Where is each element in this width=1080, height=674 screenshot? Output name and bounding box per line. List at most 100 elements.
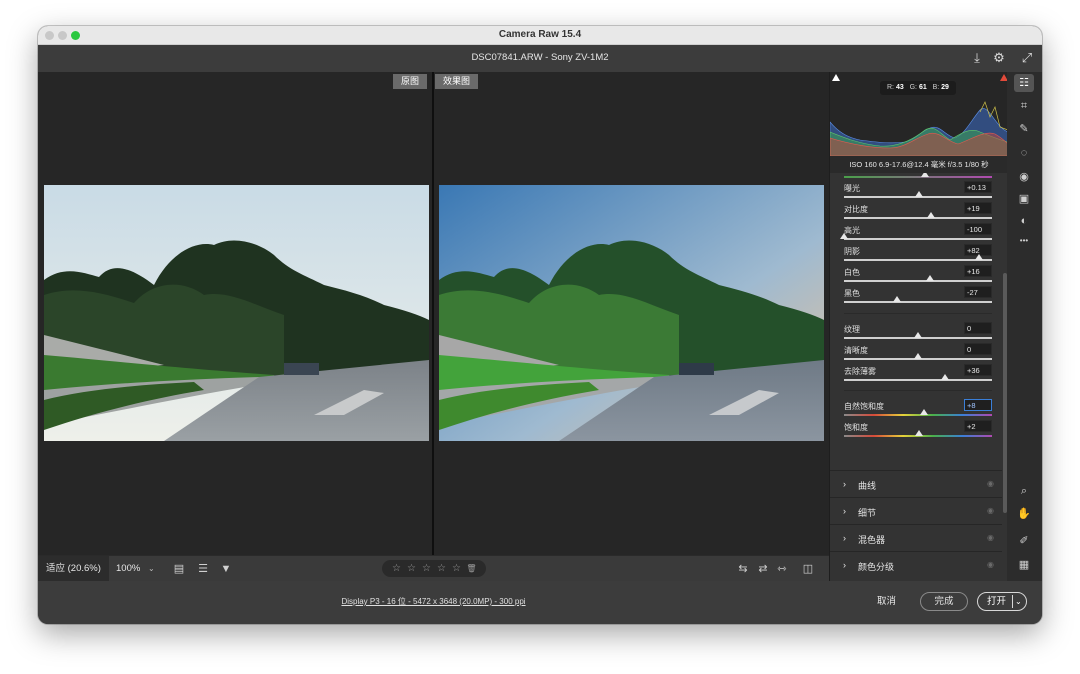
section-detail[interactable]: › 细节 ◉ — [830, 497, 1002, 524]
open-button[interactable]: 打开 ⌄ — [977, 592, 1027, 611]
snapshots-icon[interactable]: ◐ — [1014, 212, 1034, 230]
slider-thumb[interactable] — [940, 374, 949, 380]
more-icon[interactable]: ••• — [1014, 232, 1034, 250]
file-name: DSC07841.ARW - Sony ZV-1M2 — [471, 52, 609, 63]
star-icon[interactable]: ☆ — [421, 563, 433, 574]
section-title: 细节 — [858, 508, 877, 518]
mask-icon[interactable]: ◌ — [1014, 144, 1034, 162]
save-icon[interactable]: ⤓ — [968, 49, 986, 67]
slider-value-input[interactable]: +2 — [964, 420, 992, 432]
star-icon[interactable]: ☆ — [436, 563, 448, 574]
compare-right-icon[interactable]: ⇿ — [774, 561, 790, 577]
swap-icon[interactable]: ⇄ — [755, 561, 771, 577]
slider-label: 曝光 — [844, 184, 860, 193]
slider-value-input[interactable]: -100 — [964, 223, 992, 235]
view-mode-icon[interactable]: ◫ — [800, 561, 816, 577]
zoom-icon[interactable]: ⌕ — [1014, 482, 1034, 500]
slider-track[interactable] — [844, 176, 992, 178]
slider-value-input[interactable]: +8 — [964, 399, 992, 411]
slider-value-input[interactable]: +19 — [964, 202, 992, 214]
slider-value-input[interactable]: -27 — [964, 286, 992, 298]
slider-row[interactable]: 白色 +16 — [844, 265, 992, 286]
slider-value-input[interactable]: 0 — [964, 322, 992, 334]
slider-row[interactable]: 清晰度 0 — [844, 343, 992, 364]
slider-label: 纹理 — [844, 325, 860, 334]
slider-thumb[interactable] — [914, 353, 922, 359]
slider-row[interactable]: 阴影 +82 — [844, 244, 992, 265]
section-title: 混色器 — [858, 535, 886, 545]
slider-row[interactable]: 去除薄雾 +36 — [844, 364, 992, 385]
edit-icon[interactable]: ☷ — [1014, 74, 1034, 92]
presets-icon[interactable]: ▣ — [1014, 190, 1034, 208]
viewer-bottom-bar: 适应 (20.6%) 100% ⌄ ▤ ☰ ▼ ☆ ☆ ☆ ☆ ☆ 🗑 ⇆ ⇄ … — [38, 555, 829, 581]
slider-row[interactable]: 对比度 +19 — [844, 202, 992, 223]
slider-track[interactable] — [844, 217, 992, 219]
slider-thumb[interactable] — [925, 275, 934, 281]
chevron-right-icon: › — [843, 479, 846, 489]
cancel-button[interactable]: 取消 — [868, 593, 905, 611]
slider-track[interactable] — [844, 379, 992, 381]
eye-icon[interactable]: ◉ — [987, 533, 994, 542]
slider-label: 对比度 — [844, 205, 868, 214]
section-color-grading[interactable]: › 颜色分级 ◉ — [830, 551, 1002, 578]
slider-row[interactable]: 纹理 0 — [844, 322, 992, 343]
slider-track[interactable] — [844, 414, 992, 416]
slider-thumb[interactable] — [974, 254, 983, 260]
slider-track[interactable] — [844, 280, 992, 282]
eye-icon[interactable]: ◉ — [987, 560, 994, 569]
slider-thumb[interactable] — [919, 409, 928, 415]
shadow-clipping-icon[interactable] — [832, 74, 840, 81]
slider-value-input[interactable]: +0.13 — [964, 181, 992, 193]
slider-thumb[interactable] — [915, 430, 924, 436]
slider-value-input[interactable]: +16 — [964, 265, 992, 277]
red-eye-icon[interactable]: ◉ — [1014, 168, 1034, 186]
star-icon[interactable]: ☆ — [451, 563, 463, 574]
slider-track[interactable] — [844, 259, 992, 261]
after-label: 效果图 — [435, 74, 479, 89]
slider-row[interactable]: 自然饱和度 +8 — [844, 399, 992, 420]
sort-icon[interactable]: ☰ — [195, 561, 211, 577]
star-icon[interactable]: ☆ — [406, 563, 418, 574]
fullscreen-icon[interactable]: ⤢ — [1018, 49, 1036, 67]
color-sampler-icon[interactable]: ✐ — [1014, 532, 1034, 550]
slider-value-input[interactable]: 0 — [964, 343, 992, 355]
filter-icon[interactable]: ▼ — [218, 561, 234, 577]
r-label: R: — [887, 84, 894, 91]
star-icon[interactable]: ☆ — [391, 563, 403, 574]
section-title: 颜色分级 — [858, 562, 895, 572]
slider-thumb[interactable] — [914, 332, 922, 338]
slider-track[interactable] — [844, 301, 992, 303]
slider-row[interactable]: 曝光 +0.13 — [844, 181, 992, 202]
slider-thumb[interactable] — [840, 233, 848, 239]
grid-icon[interactable]: ▦ — [1014, 556, 1034, 574]
slider-thumb[interactable] — [927, 212, 936, 218]
slider-label: 阴影 — [844, 247, 860, 256]
section-curves[interactable]: › 曲线 ◉ — [830, 470, 1002, 497]
eye-icon[interactable]: ◉ — [987, 479, 994, 488]
heal-icon[interactable]: ✎ — [1014, 120, 1034, 138]
workflow-options-link[interactable]: Display P3 - 16 位 - 5472 x 3648 (20.0MP)… — [38, 596, 829, 607]
zoom-fit-button[interactable]: 适应 (20.6%) — [38, 556, 109, 581]
slider-track[interactable] — [844, 238, 992, 240]
eye-icon[interactable]: ◉ — [987, 506, 994, 515]
zoom-dropdown-icon[interactable]: ⌄ — [148, 556, 155, 581]
section-color-mixer[interactable]: › 混色器 ◉ — [830, 524, 1002, 551]
trash-icon[interactable]: 🗑 — [466, 564, 478, 573]
zoom-100-button[interactable]: 100% — [110, 556, 146, 581]
settings-gear-icon[interactable]: ⚙ — [990, 49, 1008, 67]
done-button[interactable]: 完成 — [920, 592, 968, 611]
section-title: 曲线 — [858, 481, 877, 491]
compare-left-icon[interactable]: ⇆ — [735, 561, 751, 577]
crop-icon[interactable]: ⌗ — [1014, 97, 1034, 115]
filmstrip-icon[interactable]: ▤ — [171, 561, 187, 577]
slider-row[interactable]: 高光 -100 — [840, 223, 992, 244]
slider-value-input[interactable]: +36 — [964, 364, 992, 376]
chevron-down-icon[interactable]: ⌄ — [1015, 593, 1022, 610]
slider-thumb[interactable] — [915, 191, 924, 197]
slider-row[interactable]: 饱和度 +2 — [844, 420, 992, 441]
slider-thumb[interactable] — [921, 173, 930, 177]
edit-panel: R: 43 G: 61 B: 29 ISO 160 6.9-17.6@12.4 … — [829, 72, 1008, 581]
slider-thumb[interactable] — [893, 296, 902, 302]
slider-row[interactable]: 黑色 -27 — [844, 286, 992, 307]
hand-icon[interactable]: ✋ — [1014, 505, 1034, 523]
